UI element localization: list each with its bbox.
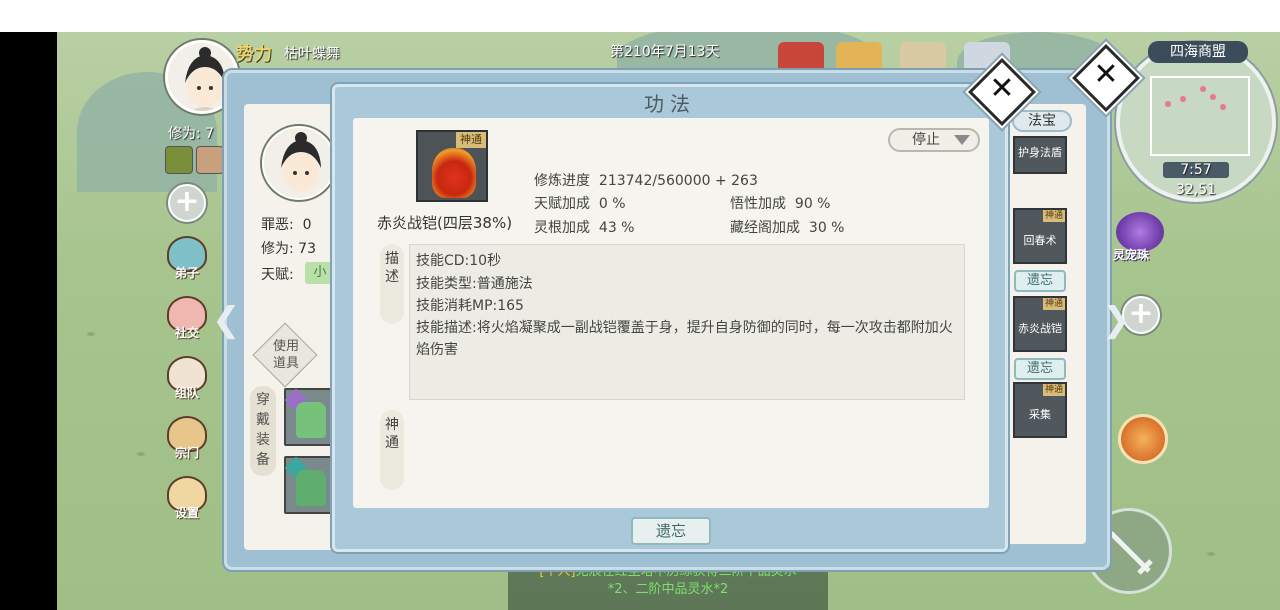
- fire-skill-button[interactable]: [1118, 414, 1168, 464]
- sin-value: 0: [302, 217, 312, 233]
- side-menu-settings[interactable]: 设置: [163, 476, 211, 524]
- side-menu-label: 宗门: [174, 446, 199, 460]
- skill-card-gather[interactable]: 神通 采集: [1013, 382, 1067, 438]
- skill-card-rejuvenate[interactable]: 神通 回春术: [1013, 208, 1067, 264]
- side-menu-team[interactable]: 组队: [163, 356, 211, 404]
- flame-armor-icon: [432, 148, 476, 198]
- chevron-down-icon: [954, 135, 970, 145]
- chat-line: *2、二阶中品灵水*2: [607, 582, 729, 597]
- side-menu-label: 设置: [174, 506, 199, 520]
- sin-stat: 罪恶: 0: [261, 214, 312, 234]
- side-menu-label: 组队: [174, 386, 199, 400]
- tab-fabao[interactable]: 法宝: [1012, 110, 1072, 132]
- skill-card-name: 护身法盾: [1018, 146, 1062, 159]
- insight-bonus-label: 悟性加成: [730, 196, 786, 212]
- talent-bonus-value: 0 %: [598, 196, 626, 212]
- minimap-marker: [1200, 86, 1206, 92]
- minimap-coordinates: 32,51: [1175, 182, 1217, 198]
- desc-cooldown: 技能CD:10秒: [416, 253, 502, 269]
- buff-icon[interactable]: [196, 146, 224, 174]
- talent-bonus-row: 天赋加成 0 %: [534, 193, 626, 213]
- grass-decoration: [87, 332, 95, 336]
- library-bonus-value: 30 %: [808, 220, 845, 236]
- top-status-strip: [0, 0, 1280, 32]
- progress-value: 213742/560000 + 263: [598, 173, 758, 189]
- skill-icon-flame-armor[interactable]: 神通: [416, 130, 488, 202]
- skill-card-name: 赤炎战铠: [1018, 322, 1062, 335]
- talent-bonus-label: 天赋加成: [534, 196, 590, 212]
- spirit-orb-label: 灵宠珠: [1113, 248, 1150, 262]
- cultivation-value: 73: [298, 241, 316, 257]
- desc-mp-cost: 技能消耗MP:165: [416, 298, 524, 314]
- skill-badge: 神通: [1043, 384, 1065, 396]
- minimap-marker: [1180, 96, 1186, 102]
- skill-card-name: 回春术: [1023, 234, 1057, 247]
- use-item-label: 使用道具: [272, 339, 299, 371]
- add-button[interactable]: +: [168, 184, 206, 222]
- side-menu-sect[interactable]: 宗门: [163, 416, 211, 464]
- side-menu-label: 社交: [174, 326, 199, 340]
- talent-value: 小: [305, 262, 335, 284]
- forget-button[interactable]: 遗忘: [631, 517, 711, 545]
- skill-badge: 神通: [1043, 210, 1065, 222]
- side-menu-social[interactable]: 社交: [163, 296, 211, 344]
- minimap-marker: [1165, 101, 1171, 107]
- equipment-slot[interactable]: [284, 388, 332, 446]
- sin-label: 罪恶:: [261, 217, 294, 233]
- equip-tab[interactable]: 穿戴装备: [250, 386, 276, 476]
- left-black-bar: [0, 32, 57, 610]
- dialog-title: 功法: [644, 92, 696, 116]
- minimap-marker: [1220, 104, 1226, 110]
- talent-stat: 天赋:: [261, 267, 294, 283]
- cultivation-label: 修为:: [261, 241, 294, 257]
- minimap[interactable]: [1116, 42, 1276, 202]
- skill-card-shield[interactable]: 护身法盾: [1013, 136, 1067, 174]
- minimap-marker: [1210, 94, 1216, 100]
- faction-label: 势力: [236, 44, 272, 65]
- side-menu-disciple[interactable]: 弟子: [163, 236, 211, 284]
- game-date: 第210年7月13天: [610, 44, 720, 60]
- minimap-time: 7:57: [1163, 162, 1229, 178]
- library-bonus-row: 藏经阁加成 30 %: [730, 217, 844, 237]
- close-icon: ✕: [989, 71, 1015, 106]
- root-bonus-label: 灵根加成: [534, 220, 590, 236]
- character-avatar: [262, 126, 336, 200]
- minimap-title: 四海商盟: [1148, 41, 1248, 63]
- leaf-item-icon: [296, 470, 326, 506]
- close-icon: ✕: [1093, 57, 1119, 92]
- library-bonus-label: 藏经阁加成: [730, 220, 800, 236]
- stop-label: 停止: [912, 132, 940, 148]
- prev-arrow-icon[interactable]: ❮: [212, 300, 241, 340]
- tab-description[interactable]: 描述: [380, 244, 404, 324]
- equipment-slot[interactable]: [284, 456, 332, 514]
- stop-dropdown[interactable]: 停止: [888, 128, 980, 152]
- forget-button-small[interactable]: 遗忘: [1014, 358, 1066, 380]
- desc-effect: 技能描述:将火焰凝聚成一副战铠覆盖于身，提升自身防御的同时，每一次攻击都附加火焰…: [416, 320, 953, 358]
- grass-decoration: [1207, 552, 1215, 556]
- progress-label: 修炼进度: [534, 173, 590, 189]
- buff-icon[interactable]: [165, 146, 193, 174]
- desc-type: 技能类型:普通施法: [416, 276, 533, 292]
- root-bonus-row: 灵根加成 43 %: [534, 217, 634, 237]
- cultivation-stat: 修为: 73: [261, 238, 316, 258]
- side-menu-label: 弟子: [174, 266, 199, 280]
- chat-log[interactable]: [个人]无痕在红尘塔中历练获得三阶下品灵水 *2、二阶中品灵水*2: [508, 563, 828, 610]
- skill-badge: 神通: [1043, 298, 1065, 310]
- skill-card-flame-armor[interactable]: 神通 赤炎战铠: [1013, 296, 1067, 352]
- skill-card-name: 采集: [1029, 408, 1051, 421]
- skill-badge: 神通: [456, 132, 486, 148]
- player-name: 枯叶蝶舞: [284, 46, 340, 62]
- hud-cultivation: 修为: 7: [168, 126, 215, 142]
- next-arrow-icon[interactable]: ❯: [1102, 300, 1131, 340]
- grass-decoration: [137, 452, 145, 456]
- root-bonus-value: 43 %: [598, 220, 635, 236]
- robe-icon: [296, 402, 326, 438]
- insight-bonus-value: 90 %: [794, 196, 831, 212]
- insight-bonus-row: 悟性加成 90 %: [730, 193, 830, 213]
- tab-shentong[interactable]: 神通: [380, 410, 404, 490]
- forget-button-small[interactable]: 遗忘: [1014, 270, 1066, 292]
- skill-name: 赤炎战铠(四层38%): [377, 214, 513, 232]
- progress-row: 修炼进度 213742/560000 + 263: [534, 170, 758, 190]
